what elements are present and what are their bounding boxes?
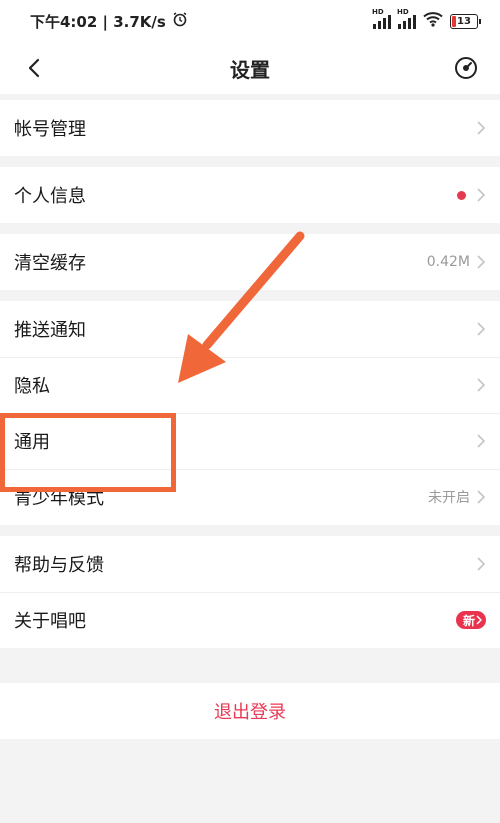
settings-group-cache: 清空缓存 0.42M bbox=[0, 234, 500, 290]
chevron-right-icon bbox=[477, 557, 486, 571]
chevron-right-icon bbox=[477, 322, 486, 336]
status-time-speed: 下午4:02 | 3.7K/s bbox=[30, 12, 166, 31]
status-left: 下午4:02 | 3.7K/s bbox=[30, 11, 188, 32]
row-label: 青少年模式 bbox=[14, 488, 104, 509]
row-label: 清空缓存 bbox=[14, 253, 86, 274]
notification-dot bbox=[457, 190, 466, 200]
battery-icon: 13 bbox=[450, 13, 481, 29]
row-privacy[interactable]: 隐私 bbox=[0, 357, 500, 413]
settings-group-profile: 个人信息 bbox=[0, 167, 500, 223]
row-label: 隐私 bbox=[14, 376, 50, 397]
row-label: 个人信息 bbox=[14, 186, 86, 207]
alarm-icon bbox=[172, 11, 188, 31]
logout-label: 退出登录 bbox=[214, 702, 286, 723]
logout-button[interactable]: 退出登录 bbox=[0, 683, 500, 739]
hd-label: HD bbox=[372, 8, 384, 16]
hd-label: HD bbox=[397, 8, 409, 16]
row-label: 帮助与反馈 bbox=[14, 555, 104, 576]
row-clear-cache[interactable]: 清空缓存 0.42M bbox=[0, 234, 500, 290]
back-button[interactable] bbox=[18, 52, 50, 84]
chevron-right-icon bbox=[477, 434, 486, 448]
row-label: 推送通知 bbox=[14, 320, 86, 341]
chevron-left-icon bbox=[28, 58, 40, 78]
mini-program-button[interactable] bbox=[450, 52, 482, 84]
page-title: 设置 bbox=[230, 57, 270, 82]
row-teen-mode[interactable]: 青少年模式 未开启 bbox=[0, 469, 500, 525]
teen-mode-status: 未开启 bbox=[428, 490, 470, 506]
nav-bar: 设置 bbox=[0, 42, 500, 94]
row-label: 通用 bbox=[14, 432, 50, 453]
row-push-notifications[interactable]: 推送通知 bbox=[0, 301, 500, 357]
row-account-management[interactable]: 帐号管理 bbox=[0, 100, 500, 156]
settings-group-help: 帮助与反馈 关于唱吧 新 bbox=[0, 536, 500, 648]
row-help-feedback[interactable]: 帮助与反馈 bbox=[0, 536, 500, 592]
target-icon bbox=[455, 57, 477, 79]
signal-icon: HD bbox=[397, 8, 416, 29]
wifi-icon bbox=[423, 11, 443, 31]
chevron-right-icon bbox=[477, 490, 486, 504]
settings-group-account: 帐号管理 bbox=[0, 100, 500, 156]
battery-level: 13 bbox=[457, 15, 471, 27]
chevron-right-icon bbox=[477, 255, 486, 269]
row-label: 关于唱吧 bbox=[14, 611, 86, 632]
row-general[interactable]: 通用 bbox=[0, 413, 500, 469]
status-bar: 下午4:02 | 3.7K/s HD HD 13 bbox=[0, 0, 500, 42]
new-badge-label: 新 bbox=[462, 613, 475, 628]
cache-size: 0.42M bbox=[426, 254, 470, 270]
chevron-right-icon bbox=[477, 378, 486, 392]
chevron-right-icon bbox=[477, 121, 486, 135]
settings-group-general: 推送通知 隐私 通用 青少年模式 未开启 bbox=[0, 301, 500, 525]
row-about[interactable]: 关于唱吧 新 bbox=[0, 592, 500, 648]
status-right: HD HD 13 bbox=[372, 8, 481, 31]
signal-icon: HD bbox=[372, 8, 391, 29]
chevron-right-icon bbox=[476, 615, 482, 625]
row-personal-info[interactable]: 个人信息 bbox=[0, 167, 500, 223]
row-label: 帐号管理 bbox=[14, 119, 86, 140]
chevron-right-icon bbox=[477, 188, 486, 202]
new-badge: 新 bbox=[455, 611, 486, 629]
